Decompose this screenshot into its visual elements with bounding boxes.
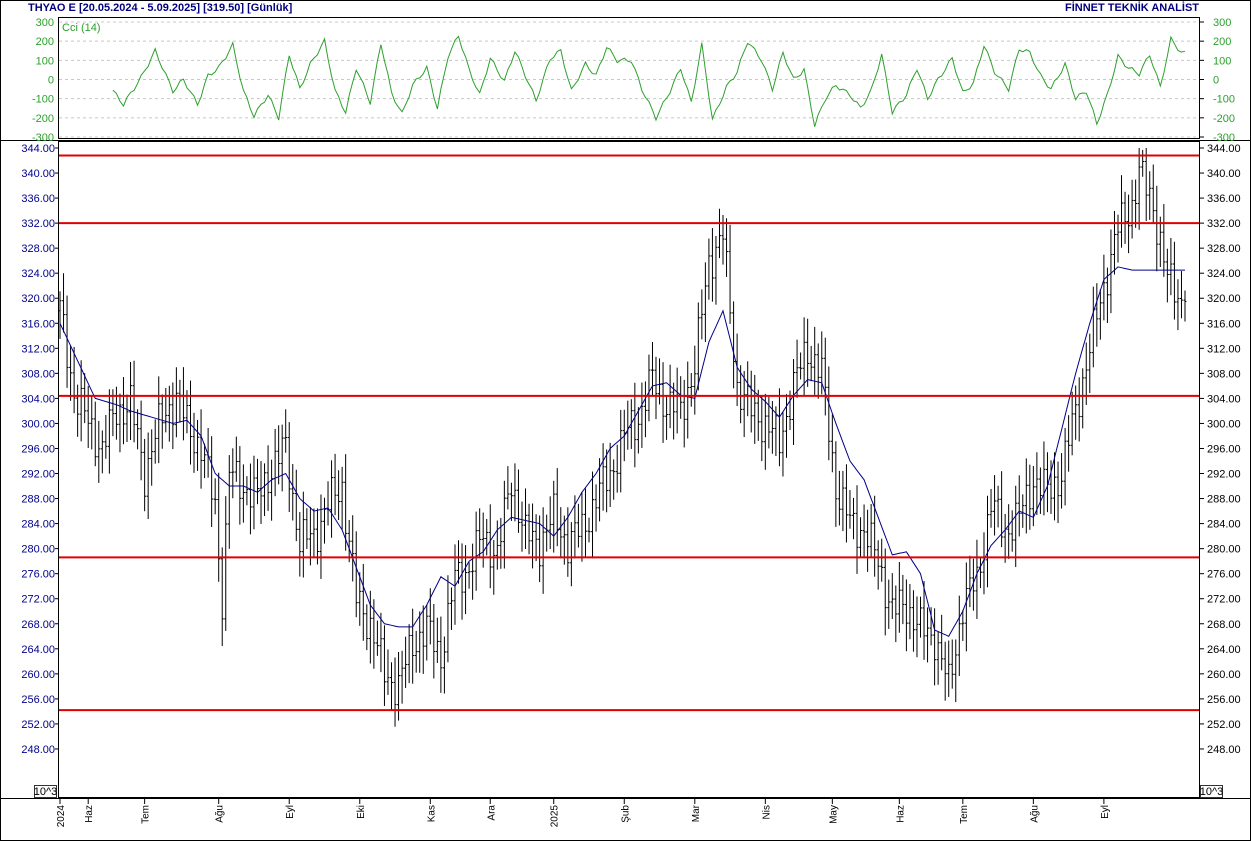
date-tick-label: Kas — [426, 805, 437, 822]
price-tick-label: 332.00 — [21, 218, 55, 230]
price-tick-label: 268.00 — [21, 619, 55, 631]
price-tick-label: 336.00 — [21, 193, 55, 205]
date-tick-label: Ağu — [1029, 805, 1040, 823]
price-tick-label: 304.00 — [1207, 393, 1241, 405]
cci-tick-label: -200 — [1213, 113, 1235, 125]
cci-panel-frame — [58, 17, 1200, 139]
cci-tick-label: 300 — [36, 17, 54, 29]
cci-tick-label: 100 — [1213, 55, 1231, 67]
price-tick-label: 280.00 — [1207, 544, 1241, 556]
date-tick-label: Şub — [620, 805, 631, 823]
price-tick-label: 300.00 — [1207, 418, 1241, 430]
price-tick-label: 268.00 — [1207, 619, 1241, 631]
date-tick-label: Mar — [691, 804, 702, 822]
scale-label-right: 10^3 — [1200, 786, 1224, 798]
cci-tick-label: 0 — [48, 75, 54, 87]
date-tick-label: Haz — [895, 805, 906, 823]
scale-label-left: 10^3 — [34, 786, 58, 798]
date-tick-label: Eyl — [1100, 805, 1111, 819]
cci-tick-label: 200 — [1213, 36, 1231, 48]
price-tick-label: 344.00 — [21, 143, 55, 155]
date-tick-label: Tem — [141, 805, 152, 824]
cci-legend-label: Cci (14) — [62, 22, 101, 34]
date-tick-label: Eki — [356, 805, 367, 819]
price-tick-label: 256.00 — [1207, 694, 1241, 706]
price-tick-label: 308.00 — [1207, 368, 1241, 380]
price-tick-label: 312.00 — [1207, 343, 1241, 355]
price-tick-label: 264.00 — [1207, 644, 1241, 656]
date-tick-label: Ağu — [215, 805, 226, 823]
price-tick-label: 292.00 — [21, 469, 55, 481]
price-tick-label: 256.00 — [21, 694, 55, 706]
price-tick-label: 264.00 — [21, 644, 55, 656]
cci-tick-label: 300 — [1213, 17, 1231, 29]
price-axis-right: 344.00 340.00 336.00 332.00 328.00 324.00 320.… — [1199, 143, 1241, 756]
price-tick-label: 316.00 — [21, 318, 55, 330]
date-tick-label: Eyl — [285, 805, 296, 819]
cci-axis-left: 3002001000-100-200-300 — [32, 17, 54, 144]
price-tick-label: 288.00 — [1207, 494, 1241, 506]
cci-tick-label: -100 — [32, 94, 54, 106]
price-tick-label: 324.00 — [1207, 268, 1241, 280]
price-tick-label: 272.00 — [21, 594, 55, 606]
price-tick-label: 260.00 — [21, 669, 55, 681]
price-tick-label: 344.00 — [1207, 143, 1241, 155]
price-tick-label: 304.00 — [21, 393, 55, 405]
cci-axis-right: 3002001000-100-200-300 — [1199, 17, 1235, 144]
price-tick-label: 300.00 — [21, 418, 55, 430]
date-axis: 2024 Haz Tem Ağu Eyl Eki Kas Ara 2025 Şub Mar Nis Ma… — [56, 799, 1111, 827]
price-tick-label: 296.00 — [21, 443, 55, 455]
price-tick-label: 332.00 — [1207, 218, 1241, 230]
price-tick-label: 284.00 — [1207, 519, 1241, 531]
date-tick-label: 2024 — [56, 805, 67, 828]
price-tick-label: 252.00 — [21, 719, 55, 731]
price-tick-label: 340.00 — [21, 168, 55, 180]
cci-tick-label: 100 — [36, 55, 54, 67]
price-tick-label: 336.00 — [1207, 193, 1241, 205]
chart-canvas: 3002001000-100-200-300 3002001000-100-20… — [0, 0, 1251, 841]
date-tick-label: Nis — [761, 805, 772, 819]
price-tick-label: 260.00 — [1207, 669, 1241, 681]
price-tick-label: 324.00 — [21, 268, 55, 280]
price-tick-label: 292.00 — [1207, 469, 1241, 481]
price-tick-label: 288.00 — [21, 494, 55, 506]
date-tick-label: 2025 — [550, 805, 561, 828]
price-tick-label: 276.00 — [1207, 569, 1241, 581]
date-tick-label: Ara — [486, 805, 497, 821]
price-tick-label: 252.00 — [1207, 719, 1241, 731]
price-axis-left: 344.00 340.00 336.00 332.00 328.00 324.00 320.… — [21, 143, 59, 756]
price-tick-label: 316.00 — [1207, 318, 1241, 330]
price-tick-label: 328.00 — [21, 243, 55, 255]
price-tick-label: 340.00 — [1207, 168, 1241, 180]
date-tick-label: Haz — [84, 805, 95, 823]
date-tick-label: Tem — [959, 805, 970, 824]
price-tick-label: 308.00 — [21, 368, 55, 380]
price-tick-label: 296.00 — [1207, 443, 1241, 455]
price-tick-label: 248.00 — [1207, 744, 1241, 756]
price-tick-label: 280.00 — [21, 544, 55, 556]
price-tick-label: 272.00 — [1207, 594, 1241, 606]
cci-tick-label: 0 — [1213, 75, 1219, 87]
cci-tick-label: -200 — [32, 113, 54, 125]
price-tick-label: 312.00 — [21, 343, 55, 355]
cci-tick-label: 200 — [36, 36, 54, 48]
price-tick-label: 328.00 — [1207, 243, 1241, 255]
price-tick-label: 276.00 — [21, 569, 55, 581]
cci-tick-label: -100 — [1213, 94, 1235, 106]
date-tick-label: May — [828, 805, 839, 824]
price-tick-label: 284.00 — [21, 519, 55, 531]
price-tick-label: 320.00 — [1207, 293, 1241, 305]
price-tick-label: 320.00 — [21, 293, 55, 305]
price-tick-label: 248.00 — [21, 744, 55, 756]
